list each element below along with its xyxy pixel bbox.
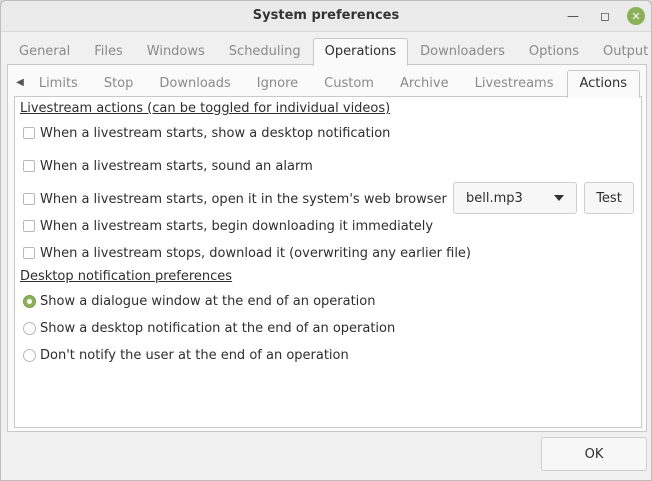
- browser-label: When a livestream starts, open it in the…: [40, 191, 447, 207]
- notify-option-none[interactable]: Don't notify the user at the end of an o…: [23, 345, 349, 365]
- tab-operations[interactable]: Operations: [312, 38, 409, 66]
- notify-label: When a livestream starts, show a desktop…: [40, 125, 391, 141]
- download-label: When a livestream starts, begin download…: [40, 218, 434, 234]
- alarm-sound-value: bell.mp3: [466, 190, 523, 206]
- tab-output[interactable]: Output: [591, 38, 652, 65]
- tab-custom[interactable]: Custom: [311, 70, 387, 97]
- tab-ignore[interactable]: Ignore: [244, 70, 311, 97]
- tab-windows[interactable]: Windows: [135, 38, 217, 65]
- tab-archive[interactable]: Archive: [387, 70, 462, 97]
- notify-checkbox[interactable]: [23, 127, 35, 139]
- notify-option-desktop[interactable]: Show a desktop notification at the end o…: [23, 318, 395, 338]
- tab-options[interactable]: Options: [517, 38, 591, 65]
- dialogue-label: Show a dialogue window at the end of an …: [40, 293, 376, 309]
- notification-preferences-heading: Desktop notification preferences: [20, 269, 233, 284]
- alarm-checkbox[interactable]: [23, 160, 35, 172]
- operations-panel: ◀ Limits Stop Downloads Ignore Custom Ar…: [7, 64, 647, 432]
- download-checkbox[interactable]: [23, 220, 35, 232]
- livestream-option-stop-download[interactable]: When a livestream stops, download it (ov…: [23, 243, 471, 263]
- actions-panel: Livestream actions (can be toggled for i…: [14, 96, 642, 428]
- tab-downloads[interactable]: Downloads: [146, 70, 243, 97]
- ok-button[interactable]: OK: [541, 437, 647, 471]
- stop-download-checkbox[interactable]: [23, 247, 35, 259]
- desktop-notification-label: Show a desktop notification at the end o…: [40, 320, 396, 336]
- preferences-window: System preferences — ◻ ✕ General Files W…: [0, 0, 652, 481]
- scroll-left-icon[interactable]: ◀: [14, 70, 26, 96]
- title-bar[interactable]: System preferences — ◻ ✕: [1, 1, 651, 32]
- tab-general[interactable]: General: [7, 38, 82, 65]
- livestream-option-notify[interactable]: When a livestream starts, show a desktop…: [23, 123, 390, 143]
- alarm-sound-select[interactable]: bell.mp3: [453, 182, 577, 214]
- tab-files[interactable]: Files: [82, 38, 135, 65]
- sub-tab-bar: ◀ Limits Stop Downloads Ignore Custom Ar…: [14, 70, 640, 98]
- window-title: System preferences: [252, 8, 400, 23]
- livestream-option-alarm[interactable]: When a livestream starts, sound an alarm: [23, 156, 313, 176]
- minimize-icon[interactable]: —: [563, 6, 583, 26]
- close-icon[interactable]: ✕: [627, 7, 645, 25]
- dialogue-radio[interactable]: [23, 294, 36, 308]
- browser-checkbox[interactable]: [23, 193, 35, 205]
- tab-actions[interactable]: Actions: [566, 70, 640, 98]
- tab-scheduling[interactable]: Scheduling: [217, 38, 313, 65]
- no-notify-label: Don't notify the user at the end of an o…: [40, 347, 349, 363]
- tab-limits[interactable]: Limits: [26, 70, 91, 97]
- maximize-icon[interactable]: ◻: [595, 6, 615, 26]
- livestream-actions-heading: Livestream actions (can be toggled for i…: [20, 101, 391, 116]
- chevron-down-icon: [554, 195, 564, 201]
- tab-downloaders[interactable]: Downloaders: [408, 38, 517, 65]
- alarm-label: When a livestream starts, sound an alarm: [40, 158, 313, 174]
- top-tab-bar: General Files Windows Scheduling Operati…: [7, 38, 652, 66]
- tab-livestreams[interactable]: Livestreams: [462, 70, 567, 97]
- tab-stop[interactable]: Stop: [91, 70, 147, 97]
- stop-download-label: When a livestream stops, download it (ov…: [40, 245, 472, 261]
- test-button[interactable]: Test: [584, 182, 634, 214]
- notify-option-dialogue[interactable]: Show a dialogue window at the end of an …: [23, 291, 375, 311]
- livestream-option-download[interactable]: When a livestream starts, begin download…: [23, 216, 433, 236]
- livestream-option-browser[interactable]: When a livestream starts, open it in the…: [23, 189, 447, 209]
- desktop-notification-radio[interactable]: [23, 321, 36, 335]
- no-notify-radio[interactable]: [23, 348, 36, 362]
